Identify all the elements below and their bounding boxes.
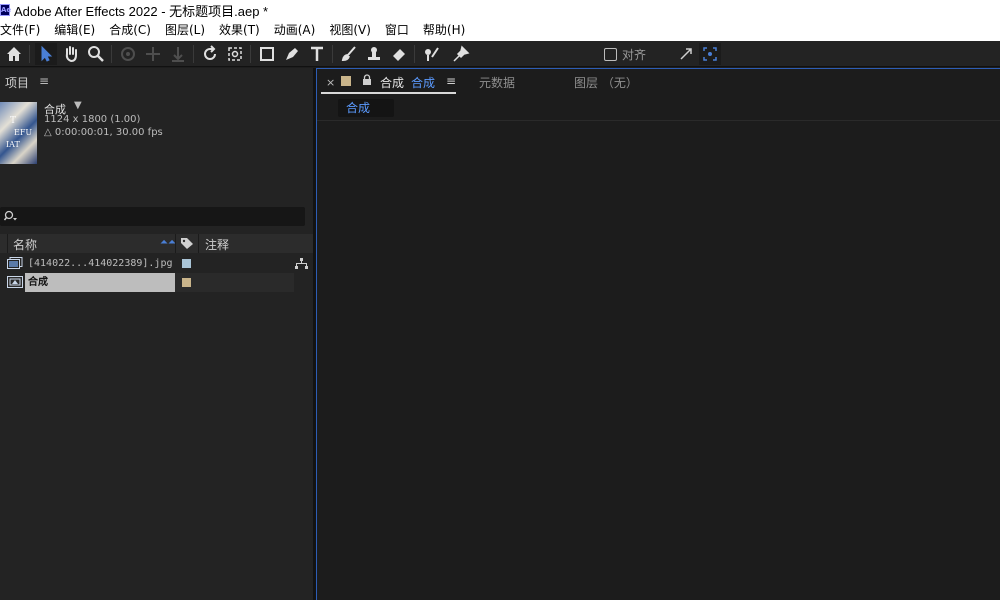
tab-layer[interactable]: 图层 （无） [574,74,638,91]
composition-panel-tabs: × 合成 合成 ≡ 元数据 图层 （无） [317,69,1000,97]
pan-icon[interactable] [142,43,164,65]
column-comment-header[interactable]: 注释 [205,236,229,253]
composition-color-swatch [341,76,351,86]
composition-panel: × 合成 合成 ≡ 元数据 图层 （无） 合成 [316,68,1000,600]
menu-animation[interactable]: 动画(A) [267,20,323,41]
roto-brush-icon[interactable] [420,43,442,65]
project-panel: 项目 ≡ T EFU IAT 合成 ▼ 1124 x 1800 (1.00) △… [0,68,313,600]
title-bar: Ae Adobe After Effects 2022 - 无标题项目.aep … [0,0,1000,20]
project-panel-menu-icon[interactable]: ≡ [39,74,49,88]
menu-effect[interactable]: 效果(T) [212,20,267,41]
project-item-row[interactable]: [414022...414022389].jpg [0,254,313,273]
menu-layer[interactable]: 图层(L) [158,20,212,41]
menu-view[interactable]: 视图(V) [322,20,378,41]
column-name-header[interactable]: 名称 [13,236,37,253]
snap-target-icon[interactable] [699,43,721,65]
puppet-pin-icon[interactable] [450,43,472,65]
composition-panel-menu-icon[interactable]: ≡ [446,74,456,88]
project-item-row[interactable]: 合成 [0,273,313,292]
selection-arrow-icon[interactable] [35,43,57,65]
tools-toolbar: 对齐 [0,41,1000,67]
menu-edit[interactable]: 编辑(E) [47,20,102,41]
close-icon[interactable]: × [326,76,335,89]
composition-breadcrumb-bar: 合成 [317,97,1000,121]
menu-help[interactable]: 帮助(H) [416,20,472,41]
selected-item-duration: △ 0:00:00:01, 30.00 fps [44,127,163,138]
expand-icon[interactable] [675,43,697,65]
home-icon[interactable] [3,43,25,65]
tab-composition[interactable]: 合成 [380,74,404,91]
window-title: Adobe After Effects 2022 - 无标题项目.aep * [14,3,269,19]
label-color-swatch[interactable] [182,259,191,268]
breadcrumb-composition[interactable]: 合成 [338,99,394,117]
selected-item-dimensions: 1124 x 1800 (1.00) [44,114,141,125]
after-effects-logo-icon: Ae [0,4,12,16]
hand-icon[interactable] [60,43,82,65]
menu-file[interactable]: 文件(F) [0,20,47,41]
orbit-icon[interactable] [117,43,139,65]
project-panel-title[interactable]: 项目 [5,74,29,91]
type-icon[interactable] [306,43,328,65]
menu-bar: 文件(F) 编辑(E) 合成(C) 图层(L) 效果(T) 动画(A) 视图(V… [0,20,1000,41]
tab-composition-name[interactable]: 合成 [411,74,435,91]
composition-thumbnail: T EFU IAT [0,102,37,164]
composition-icon [7,276,23,288]
rectangle-icon[interactable] [256,43,278,65]
project-item-label: 合成 [25,273,175,292]
footage-icon [7,257,23,269]
flowchart-icon[interactable] [295,258,308,273]
tab-metadata[interactable]: 元数据 [479,74,515,91]
rotate-icon[interactable] [199,43,221,65]
composition-viewer[interactable] [317,122,1000,600]
sort-indicator-icon: ⏶⏶ [160,237,176,248]
zoom-icon[interactable] [85,43,107,65]
anchor-icon[interactable] [224,43,246,65]
lock-icon[interactable] [362,74,372,89]
dolly-icon[interactable] [167,43,189,65]
snap-label: 对齐 [622,48,647,62]
project-column-header: 名称 ⏶⏶ 注释 [0,234,313,253]
clone-stamp-icon[interactable] [363,43,385,65]
menu-composition[interactable]: 合成(C) [102,20,158,41]
chevron-down-icon[interactable]: ▼ [74,100,82,111]
label-tag-icon[interactable] [180,237,194,253]
brush-icon[interactable] [338,43,360,65]
label-color-swatch[interactable] [182,278,191,287]
search-icon [4,210,17,221]
project-item-label: [414022...414022389].jpg [28,258,173,269]
menu-window[interactable]: 窗口 [378,20,416,41]
pen-icon[interactable] [281,43,303,65]
eraser-icon[interactable] [388,43,410,65]
project-search-input[interactable] [0,207,305,226]
active-tab-indicator [321,92,456,94]
snap-checkbox[interactable] [604,48,617,61]
